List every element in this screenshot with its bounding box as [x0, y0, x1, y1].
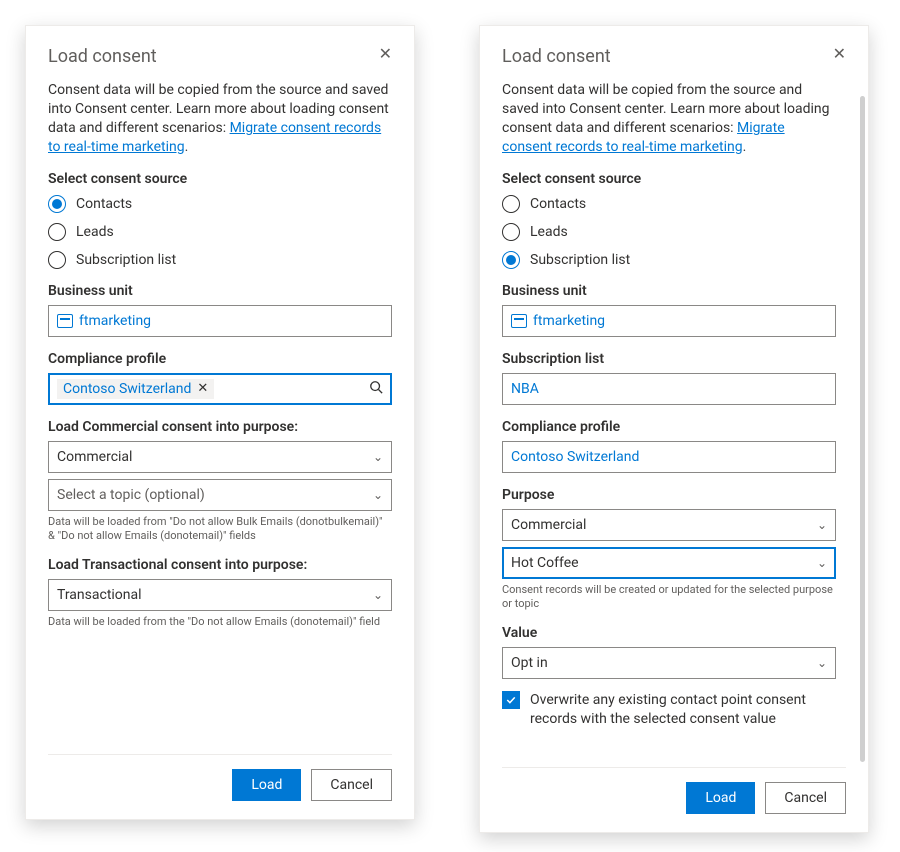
value-select[interactable]: Opt in ⌄ [502, 647, 836, 679]
load-button[interactable]: Load [686, 782, 755, 814]
compliance-profile-field[interactable]: Contoso Switzerland [502, 441, 836, 473]
purpose-topic-value: Hot Coffee [511, 555, 579, 571]
purpose-select[interactable]: Commercial ⌄ [502, 509, 836, 541]
purpose-label: Purpose [502, 487, 836, 503]
panel-title: Load consent [502, 46, 611, 67]
purpose-value: Commercial [511, 517, 586, 533]
radio-contacts[interactable]: Contacts [502, 195, 836, 213]
commercial-purpose-value: Commercial [57, 449, 132, 465]
radio-icon [502, 223, 520, 241]
radio-icon [48, 251, 66, 269]
radio-icon [502, 195, 520, 213]
transactional-purpose-label: Load Transactional consent into purpose: [48, 557, 392, 573]
intro-text: Consent data will be copied from the sou… [502, 81, 836, 157]
radio-subscription-list[interactable]: Subscription list [48, 251, 392, 269]
compliance-profile-label: Compliance profile [502, 419, 836, 435]
radio-label: Contacts [76, 196, 132, 212]
radio-label: Subscription list [530, 252, 630, 268]
commercial-purpose-label: Load Commercial consent into purpose: [48, 419, 392, 435]
panel-header: Load consent ✕ [502, 46, 846, 67]
business-unit-icon [511, 314, 527, 328]
panel-body: Consent data will be copied from the sou… [502, 81, 846, 767]
panel-header: Load consent ✕ [48, 46, 392, 67]
radio-leads[interactable]: Leads [502, 223, 836, 241]
radio-label: Leads [530, 224, 568, 240]
subscription-list-value: NBA [511, 381, 539, 397]
radio-label: Leads [76, 224, 114, 240]
radio-leads[interactable]: Leads [48, 223, 392, 241]
chevron-down-icon: ⌄ [817, 556, 827, 570]
business-unit-label: Business unit [48, 283, 392, 299]
select-source-label: Select consent source [48, 171, 392, 187]
close-icon[interactable]: ✕ [833, 46, 846, 62]
chevron-down-icon: ⌄ [817, 518, 827, 532]
commercial-purpose-select[interactable]: Commercial ⌄ [48, 441, 392, 473]
business-unit-field[interactable]: ftmarketing [48, 305, 392, 337]
commercial-topic-placeholder: Select a topic (optional) [57, 487, 205, 503]
radio-label: Subscription list [76, 252, 176, 268]
radio-subscription-list[interactable]: Subscription list [502, 251, 836, 269]
value-value: Opt in [511, 655, 548, 671]
transactional-purpose-value: Transactional [57, 587, 142, 603]
panel-footer: Load Cancel [48, 754, 392, 819]
chevron-down-icon: ⌄ [373, 450, 383, 464]
compliance-profile-tag: Contoso Switzerland ✕ [57, 379, 214, 399]
select-source-label: Select consent source [502, 171, 836, 187]
panel-title: Load consent [48, 46, 157, 67]
compliance-profile-value: Contoso Switzerland [511, 449, 639, 465]
commercial-helper: Data will be loaded from "Do not allow B… [48, 515, 392, 544]
overwrite-label: Overwrite any existing contact point con… [530, 691, 836, 729]
business-unit-field[interactable]: ftmarketing [502, 305, 836, 337]
transactional-helper: Data will be loaded from the "Do not all… [48, 615, 392, 629]
tag-remove-icon[interactable]: ✕ [197, 381, 208, 396]
commercial-topic-select[interactable]: Select a topic (optional) ⌄ [48, 479, 392, 511]
chevron-down-icon: ⌄ [373, 488, 383, 502]
cancel-button[interactable]: Cancel [311, 769, 392, 801]
subscription-list-field[interactable]: NBA [502, 373, 836, 405]
subscription-list-label: Subscription list [502, 351, 836, 367]
business-unit-value: ftmarketing [79, 313, 151, 329]
scrollbar[interactable] [860, 96, 865, 762]
compliance-profile-value: Contoso Switzerland [63, 381, 191, 397]
compliance-profile-label: Compliance profile [48, 351, 392, 367]
overwrite-checkbox-row[interactable]: Overwrite any existing contact point con… [502, 691, 836, 729]
chevron-down-icon: ⌄ [373, 588, 383, 602]
purpose-helper: Consent records will be created or updat… [502, 583, 836, 612]
close-icon[interactable]: ✕ [379, 46, 392, 62]
load-button[interactable]: Load [232, 769, 301, 801]
radio-icon [502, 251, 520, 269]
load-consent-panel-contacts: Load consent ✕ Consent data will be copi… [25, 25, 415, 820]
business-unit-label: Business unit [502, 283, 836, 299]
radio-icon [48, 223, 66, 241]
radio-contacts[interactable]: Contacts [48, 195, 392, 213]
search-icon[interactable] [369, 380, 383, 398]
intro-text: Consent data will be copied from the sou… [48, 81, 392, 157]
business-unit-icon [57, 314, 73, 328]
intro-text-post: . [185, 139, 189, 155]
chevron-down-icon: ⌄ [817, 656, 827, 670]
panel-footer: Load Cancel [502, 767, 846, 832]
radio-label: Contacts [530, 196, 586, 212]
intro-text-post: . [743, 139, 747, 155]
radio-icon [48, 195, 66, 213]
purpose-topic-select[interactable]: Hot Coffee ⌄ [502, 547, 836, 579]
cancel-button[interactable]: Cancel [765, 782, 846, 814]
load-consent-panel-subscription: Load consent ✕ Consent data will be copi… [479, 25, 869, 833]
value-label: Value [502, 625, 836, 641]
transactional-purpose-select[interactable]: Transactional ⌄ [48, 579, 392, 611]
checkbox-checked-icon [502, 691, 520, 709]
panel-body: Consent data will be copied from the sou… [48, 81, 392, 754]
business-unit-value: ftmarketing [533, 313, 605, 329]
compliance-profile-lookup[interactable]: Contoso Switzerland ✕ [48, 373, 392, 405]
